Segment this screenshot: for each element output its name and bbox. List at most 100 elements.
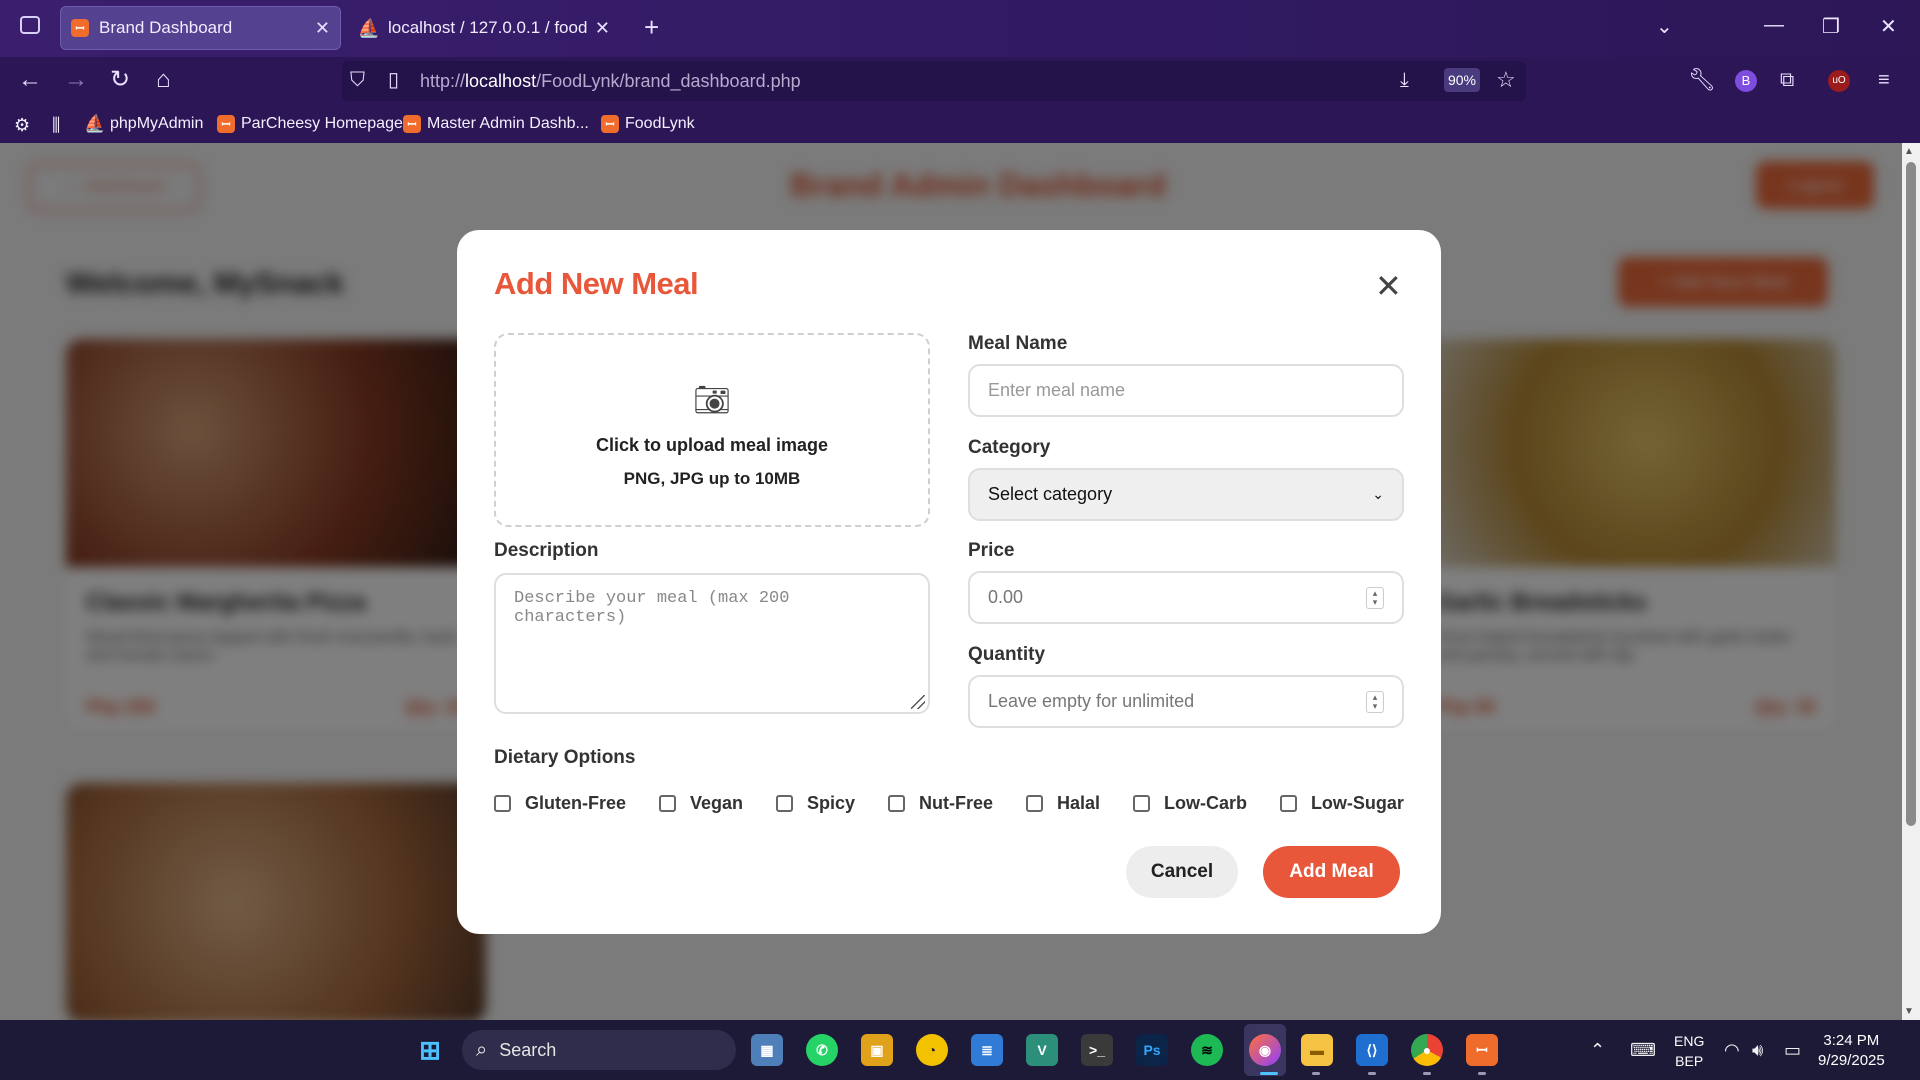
cancel-button[interactable]: Cancel (1126, 846, 1238, 898)
profile-avatar[interactable]: B (1735, 70, 1757, 92)
dietary-option-low-sugar[interactable]: Low-Sugar (1279, 788, 1404, 818)
chat-app-icon[interactable]: ◔ (916, 1034, 948, 1066)
ublock-icon[interactable]: uO (1828, 70, 1850, 92)
running-app-indicator (1312, 1072, 1320, 1075)
close-tab-icon[interactable]: ✕ (315, 18, 330, 39)
new-tab-icon[interactable]: + (644, 12, 659, 43)
minimize-icon[interactable]: — (1764, 14, 1784, 37)
upload-file-hint: PNG, JPG up to 10MB (623, 469, 801, 488)
terminal-icon[interactable]: >_ (1081, 1034, 1113, 1066)
checkbox[interactable] (887, 794, 905, 812)
description-textarea[interactable]: Describe your meal (max 200 characters) (494, 573, 930, 714)
running-app-indicator (1478, 1072, 1486, 1075)
forward-icon[interactable]: → (64, 68, 88, 92)
menu-icon[interactable]: ≡ (1878, 68, 1890, 92)
upload-instruction: Click to upload meal image (595, 435, 829, 455)
taskbar-search-box[interactable]: ⌕ Search (462, 1030, 736, 1070)
checkbox[interactable] (1279, 794, 1297, 812)
dietary-options-group: Gluten-Free Vegan Spicy Nut-Free Halal L… (494, 788, 1404, 818)
vs-app-icon[interactable]: V (1026, 1034, 1058, 1066)
tab-phpmyadmin[interactable]: ⛵ localhost / 127.0.0.1 / foodlynk / ✕ (350, 6, 620, 50)
dietary-option-vegan[interactable]: Vegan (658, 788, 743, 818)
close-tab-icon[interactable]: ✕ (595, 18, 610, 39)
wrench-icon[interactable]: 🔧︎ (1688, 68, 1716, 92)
library-icon[interactable]: ⫼ (52, 115, 60, 136)
add-meal-modal: Add New Meal ✕ 📷︎ Click to upload meal i… (457, 230, 1441, 934)
bookmark-phpmyadmin[interactable]: ⛵ phpMyAdmin (84, 114, 203, 133)
volume-icon[interactable]: 🔊︎ (1752, 1040, 1763, 1061)
settings-icon[interactable]: ⚙ (14, 115, 30, 136)
resize-handle-icon[interactable] (911, 695, 925, 709)
bookmark-parcheesy[interactable]: ꟷ ParCheesy Homepage (217, 115, 403, 133)
xampp-favicon-icon: ꟷ (601, 115, 619, 133)
download-icon[interactable]: ⤓ (1400, 68, 1409, 92)
tab-brand-dashboard[interactable]: ꟷ Brand Dashboard ✕ (60, 6, 341, 50)
scroll-down-arrow-icon[interactable]: ▼ (1904, 1006, 1914, 1017)
page-info-icon[interactable]: ▯ (388, 68, 399, 92)
spotify-icon[interactable]: ≋ (1191, 1034, 1223, 1066)
add-meal-button[interactable]: Add Meal (1263, 846, 1400, 898)
bookmark-master-admin[interactable]: ꟷ Master Admin Dashb... (403, 115, 589, 133)
url-text[interactable]: http://localhost/FoodLynk/brand_dashboar… (420, 71, 801, 92)
checkbox[interactable] (775, 794, 793, 812)
chrome-icon[interactable]: ● (1411, 1034, 1443, 1066)
search-icon: ⌕ (476, 1038, 488, 1061)
close-window-icon[interactable]: ✕ (1880, 14, 1897, 39)
dietary-option-spicy[interactable]: Spicy (775, 788, 855, 818)
vscode-icon[interactable]: ⟨⟩ (1356, 1034, 1388, 1066)
firefox-icon[interactable]: ◉ (1249, 1034, 1281, 1066)
scrollbar-thumb[interactable] (1906, 162, 1916, 826)
wifi-icon[interactable]: ◠ (1724, 1040, 1740, 1061)
close-icon[interactable]: ✕ (1375, 270, 1402, 302)
browser-tab-bar: ꟷ Brand Dashboard ✕ ⛵ localhost / 127.0.… (0, 0, 1920, 57)
language-indicator[interactable]: ENG BEP (1674, 1031, 1704, 1071)
category-label: Category (968, 437, 1051, 458)
tab-list-icon[interactable] (20, 16, 40, 34)
show-hidden-icons-chevron-icon[interactable]: ⌃ (1590, 1040, 1605, 1061)
checkbox[interactable] (1025, 794, 1043, 812)
category-select[interactable]: Select category ⌄ (968, 468, 1404, 521)
photos-app-icon[interactable]: ▦ (751, 1034, 783, 1066)
bookmark-foodlynk[interactable]: ꟷ FoodLynk (601, 115, 695, 133)
image-upload-dropzone[interactable]: 📷︎ Click to upload meal image PNG, JPG u… (494, 333, 930, 527)
back-icon[interactable]: ← (18, 68, 42, 92)
reload-icon[interactable]: ↻ (110, 68, 130, 92)
dietary-option-halal[interactable]: Halal (1025, 788, 1100, 818)
number-spinner-icon[interactable]: ▴ ▾ (1366, 586, 1384, 609)
dietary-options-label: Dietary Options (494, 747, 636, 768)
windows-start-icon[interactable]: ⊞ (414, 1034, 446, 1066)
description-label: Description (494, 540, 599, 561)
tab-title: Brand Dashboard (99, 18, 233, 37)
restore-icon[interactable]: ❐ (1822, 14, 1840, 39)
dietary-option-low-carb[interactable]: Low-Carb (1132, 788, 1247, 818)
quantity-input[interactable]: Leave empty for unlimited ▴ ▾ (968, 675, 1404, 728)
file-explorer-icon[interactable]: ▬ (1301, 1034, 1333, 1066)
number-spinner-icon[interactable]: ▴ ▾ (1366, 690, 1384, 713)
keyboard-icon[interactable]: ⌨ (1630, 1040, 1656, 1061)
zoom-level-badge[interactable]: 90% (1444, 68, 1480, 92)
scroll-up-arrow-icon[interactable]: ▲ (1904, 146, 1914, 157)
running-app-indicator (1368, 1072, 1376, 1075)
meal-name-input[interactable]: Enter meal name (968, 364, 1404, 417)
bookmark-star-icon[interactable]: ☆ (1496, 68, 1516, 92)
whatsapp-icon[interactable]: ✆ (806, 1034, 838, 1066)
price-input[interactable]: 0.00 ▴ ▾ (968, 571, 1404, 624)
checkbox[interactable] (494, 794, 511, 812)
photoshop-icon[interactable]: Ps (1136, 1034, 1168, 1066)
xampp-icon[interactable]: ꟷ (1466, 1034, 1498, 1066)
gallery-app-icon[interactable]: ▣ (861, 1034, 893, 1066)
extensions-icon[interactable]: ⧉ (1780, 68, 1794, 92)
checkbox[interactable] (1132, 794, 1150, 812)
shield-icon[interactable]: ⛉ (350, 68, 365, 92)
phpmyadmin-favicon-icon: ⛵ (357, 17, 381, 38)
dietary-option-nut-free[interactable]: Nut-Free (887, 788, 993, 818)
dietary-option-gluten-free[interactable]: Gluten-Free (494, 788, 626, 818)
notepad-icon[interactable]: ≣ (971, 1034, 1003, 1066)
tab-overflow-chevron-icon[interactable]: ⌄ (1656, 14, 1673, 39)
meal-name-placeholder: Enter meal name (988, 380, 1126, 400)
modal-title: Add New Meal (494, 266, 699, 301)
checkbox[interactable] (658, 794, 676, 812)
battery-icon[interactable]: ▭ (1784, 1040, 1801, 1061)
home-icon[interactable]: ⌂ (156, 68, 171, 92)
system-clock[interactable]: 3:24 PM 9/29/2025 (1818, 1031, 1885, 1071)
